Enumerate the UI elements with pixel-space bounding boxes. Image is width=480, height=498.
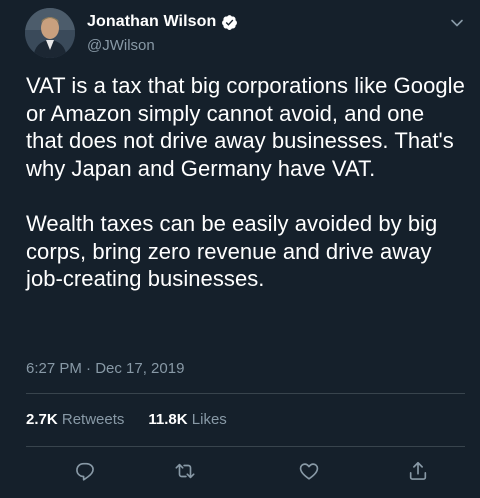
share-button[interactable] xyxy=(405,458,431,484)
tweet-stats: 2.7K Retweets 11.8K Likes xyxy=(26,411,227,428)
retweets-stat[interactable]: 2.7K Retweets xyxy=(26,411,124,428)
retweet-icon xyxy=(175,463,195,479)
reply-button[interactable] xyxy=(72,458,98,484)
reply-icon xyxy=(76,462,94,481)
author-handle[interactable]: @JWilson xyxy=(87,37,155,54)
retweets-label: Retweets xyxy=(61,411,125,428)
likes-label: Likes xyxy=(191,411,227,428)
tweet-text: VAT is a tax that big corporations like … xyxy=(26,73,465,292)
tweet-card: Jonathan Wilson @JWilson VAT is a tax th… xyxy=(0,0,480,498)
share-icon xyxy=(409,461,427,480)
avatar[interactable] xyxy=(25,8,75,58)
action-bar xyxy=(0,458,480,484)
author-name-row[interactable]: Jonathan Wilson xyxy=(87,13,238,31)
like-icon xyxy=(299,463,319,480)
like-button[interactable] xyxy=(296,458,322,484)
retweet-button[interactable] xyxy=(172,458,198,484)
display-name[interactable]: Jonathan Wilson xyxy=(87,13,216,31)
divider xyxy=(26,446,465,447)
likes-count: 11.8K xyxy=(148,411,188,428)
tweet-timestamp[interactable]: 6:27 PM · Dec 17, 2019 xyxy=(26,360,184,377)
divider xyxy=(26,393,465,394)
verified-badge-icon xyxy=(221,14,238,31)
retweets-count: 2.7K xyxy=(26,411,58,428)
chevron-down-icon[interactable] xyxy=(450,16,464,30)
likes-stat[interactable]: 11.8K Likes xyxy=(148,411,226,428)
